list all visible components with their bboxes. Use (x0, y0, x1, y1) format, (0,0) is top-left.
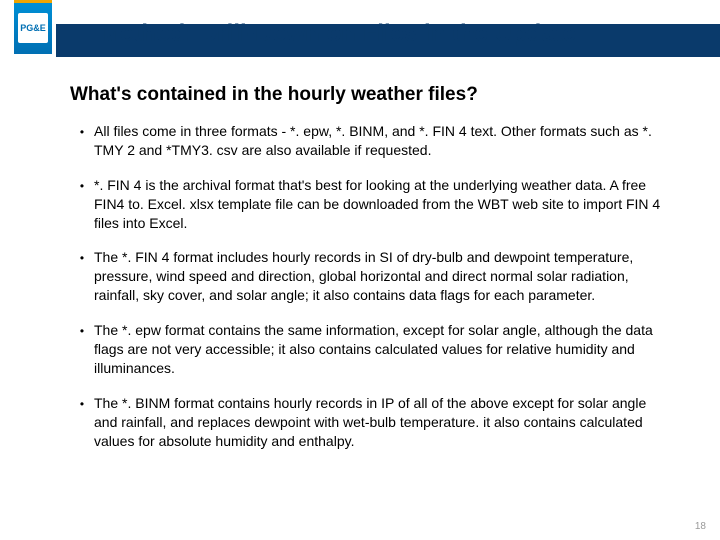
list-item: • All files come in three formats - *. e… (70, 122, 670, 160)
bullet-icon: • (70, 394, 94, 412)
page-title: Method: Drill-Down on Files in the Updat… (100, 20, 576, 48)
list-item-text: *. FIN 4 is the archival format that's b… (94, 176, 670, 233)
body: What's contained in the hourly weather f… (70, 84, 670, 510)
bullet-list: • All files come in three formats - *. e… (70, 122, 670, 450)
list-item: • The *. FIN 4 format includes hourly re… (70, 248, 670, 305)
slide: PG&E Method: Drill-Down on Files in the … (0, 0, 720, 540)
list-item-text: The *. BINM format contains hourly recor… (94, 394, 670, 451)
list-item-text: The *. epw format contains the same info… (94, 321, 670, 378)
list-item: • The *. epw format contains the same in… (70, 321, 670, 378)
bullet-icon: • (70, 176, 94, 194)
brand-logo-text: PG&E (18, 13, 48, 43)
brand-logo: PG&E (14, 0, 52, 54)
list-item: • The *. BINM format contains hourly rec… (70, 394, 670, 451)
list-item: • *. FIN 4 is the archival format that's… (70, 176, 670, 233)
page-number: 18 (695, 521, 706, 532)
bullet-icon: • (70, 321, 94, 339)
bullet-icon: • (70, 122, 94, 140)
bullet-icon: • (70, 248, 94, 266)
subtitle: What's contained in the hourly weather f… (70, 84, 670, 106)
list-item-text: All files come in three formats - *. epw… (94, 122, 670, 160)
header-bar: PG&E Method: Drill-Down on Files in the … (0, 0, 720, 58)
list-item-text: The *. FIN 4 format includes hourly reco… (94, 248, 670, 305)
